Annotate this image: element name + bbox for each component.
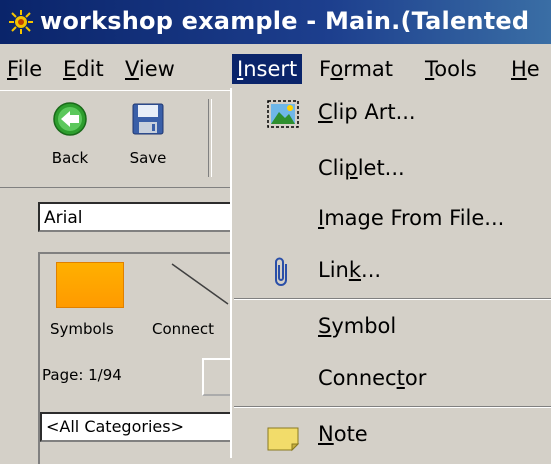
- menu-insert[interactable]: Insert: [232, 54, 303, 84]
- menu-bar: File Edit View Insert Format Tools He: [0, 50, 551, 86]
- symbols-swatch[interactable]: [56, 262, 124, 308]
- connectors-label: Connect: [152, 320, 215, 338]
- font-select[interactable]: Arial: [38, 202, 238, 232]
- menu-file[interactable]: File: [2, 54, 47, 84]
- menu-item-accelerator: p: [344, 156, 358, 180]
- insert-clip-art[interactable]: Clip Art...: [232, 90, 551, 138]
- menu-accelerator: T: [425, 57, 435, 81]
- menu-item-label: ...: [361, 258, 382, 282]
- menu-format[interactable]: Format: [314, 54, 398, 84]
- menu-item-label: Lin: [318, 258, 349, 282]
- menu-item-accelerator: N: [318, 422, 334, 446]
- category-select[interactable]: <All Categories>: [40, 412, 240, 442]
- menu-item-accelerator: k: [348, 258, 362, 282]
- menu-label: F: [319, 57, 331, 81]
- menu-item-accelerator: t: [396, 366, 405, 390]
- menu-item-label: ymbol: [331, 314, 397, 338]
- menu-label: e: [526, 57, 540, 81]
- menu-label: ile: [17, 57, 43, 81]
- font-row: Arial: [0, 192, 238, 246]
- library-panel: Symbols Connect Page: 1/94 <All Categori…: [38, 252, 246, 464]
- menu-accelerator: H: [511, 57, 527, 81]
- menu-item-accelerator: S: [318, 314, 332, 338]
- menu-item-accelerator: C: [318, 100, 333, 124]
- floppy-disk-icon: [132, 103, 164, 135]
- note-icon: [267, 427, 300, 452]
- paperclip-icon: [275, 257, 287, 286]
- back-label: Back: [51, 149, 89, 167]
- menu-accelerator: V: [125, 57, 139, 81]
- connector-line-icon[interactable]: [170, 262, 230, 306]
- menu-view[interactable]: View: [120, 54, 180, 84]
- menu-item-label: mage From File...: [324, 206, 505, 230]
- menu-item-label: Cli: [318, 156, 345, 180]
- menu-label: ools: [434, 57, 477, 81]
- insert-connector[interactable]: Connector: [232, 356, 551, 404]
- menu-tools[interactable]: Tools: [420, 54, 482, 84]
- insert-note[interactable]: Note: [232, 412, 551, 460]
- app-icon: [9, 10, 33, 34]
- insert-menu-dropdown: Clip Art... Cliplet... Image From File..…: [230, 88, 551, 458]
- back-button[interactable]: Back: [40, 101, 100, 167]
- menu-item-label: lip Art...: [332, 100, 416, 124]
- menu-item-label: ote: [333, 422, 368, 446]
- menu-label: dit: [76, 57, 104, 81]
- clip-art-icon: [267, 100, 299, 128]
- menu-separator: [234, 298, 551, 300]
- menu-label: nsert: [243, 57, 298, 81]
- save-label: Save: [129, 149, 167, 167]
- insert-link[interactable]: Link...: [232, 248, 551, 296]
- menu-accelerator: F: [7, 57, 18, 81]
- symbols-label: Symbols: [50, 320, 114, 338]
- menu-accelerator: o: [330, 57, 344, 81]
- menu-edit[interactable]: Edit: [58, 54, 109, 84]
- menu-separator: [234, 406, 551, 408]
- menu-item-label: let...: [357, 156, 405, 180]
- insert-cliplet[interactable]: Cliplet...: [232, 146, 551, 194]
- insert-image-from-file[interactable]: Image From File...: [232, 196, 551, 244]
- menu-accelerator: E: [63, 57, 77, 81]
- back-arrow-icon: [53, 102, 87, 136]
- window-title: workshop example - Main.(Talented: [40, 7, 530, 35]
- insert-symbol[interactable]: Symbol: [232, 304, 551, 352]
- toolbar: Back Save: [0, 90, 230, 188]
- toolbar-separator: [208, 99, 212, 177]
- menu-item-label: Connec: [318, 366, 397, 390]
- save-button[interactable]: Save: [118, 101, 178, 167]
- menu-item-label: or: [404, 366, 427, 390]
- page-indicator: Page: 1/94: [42, 366, 122, 384]
- menu-help[interactable]: He: [506, 54, 545, 84]
- menu-label: rmat: [343, 57, 394, 81]
- title-bar[interactable]: workshop example - Main.(Talented: [0, 0, 551, 44]
- menu-label: iew: [138, 57, 175, 81]
